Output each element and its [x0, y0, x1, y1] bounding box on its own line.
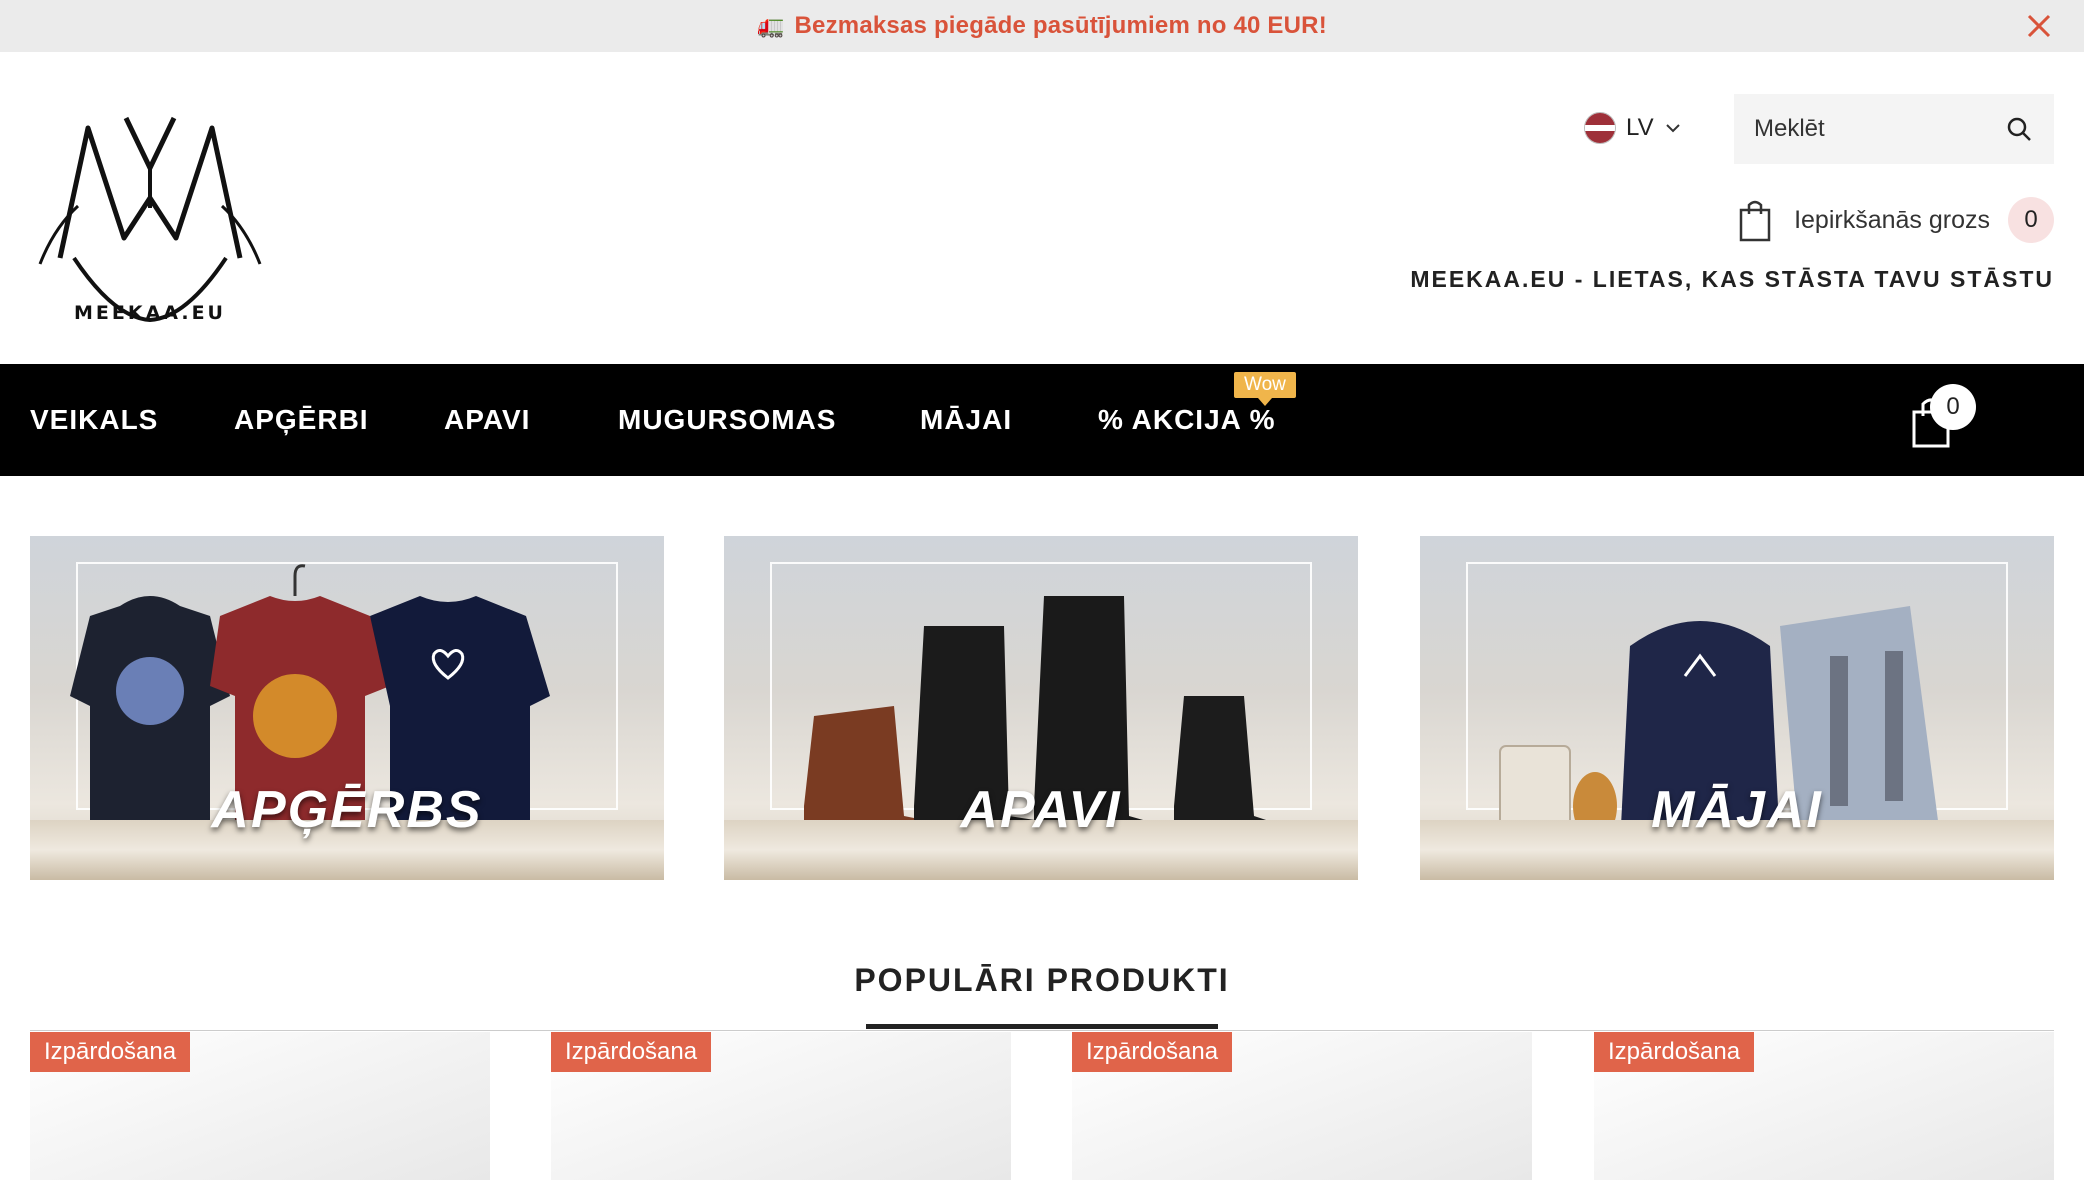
banner-label: APĢĒRBS — [211, 781, 483, 839]
search-input[interactable] — [1754, 115, 1994, 143]
banner-label: APAVI — [960, 781, 1122, 839]
announcement-text: Bezmaksas piegāde pasūtījumiem no 40 EUR… — [794, 12, 1327, 39]
banner-apgerbs[interactable]: APĢĒRBS — [30, 536, 664, 880]
cart-count-badge: 0 — [2008, 197, 2054, 243]
language-label: LV — [1626, 114, 1654, 141]
cart-link[interactable]: Iepirkšanās grozs 0 — [1738, 194, 2054, 246]
banner-majai[interactable]: MĀJAI — [1420, 536, 2054, 880]
announcement-bar: 🚛 Bezmaksas piegāde pasūtījumiem no 40 E… — [0, 0, 2084, 52]
nav-item-mugursomas[interactable]: MUGURSOMAS — [618, 404, 836, 436]
logo-text: MEEKAA.EU — [74, 302, 226, 324]
nav-item-apgerbi[interactable]: APĢĒRBI — [234, 404, 369, 436]
banner-label: MĀJAI — [1651, 781, 1823, 839]
logo-icon[interactable] — [34, 88, 266, 338]
nav-item-akcija[interactable]: % AKCIJA % — [1098, 404, 1276, 436]
sale-badge: Izpārdošana — [1072, 1032, 1233, 1072]
divider — [30, 1030, 2054, 1031]
shopping-bag-icon — [1739, 200, 1771, 242]
main-nav: VEIKALS APĢĒRBI APAVI MUGURSOMAS MĀJAI %… — [0, 364, 2084, 476]
sale-badge: Izpārdošana — [30, 1032, 191, 1072]
site-header: MEEKAA.EU LV Iepirkšanās grozs 0 MEEKAA.… — [0, 52, 2084, 364]
cart-label: Iepirkšanās grozs — [1794, 205, 1990, 234]
sale-badge: Izpārdošana — [1594, 1032, 1755, 1072]
tagline: MEEKAA.EU - LIETAS, KAS STĀSTA TAVU STĀS… — [1410, 266, 2054, 292]
section-title: POPULĀRI PRODUKTI — [854, 962, 1230, 998]
nav-cart-count: 0 — [1930, 384, 1976, 430]
title-underline — [866, 1024, 1218, 1029]
wow-badge: Wow — [1234, 372, 1296, 406]
chevron-down-icon — [1665, 124, 1680, 133]
nav-item-veikals[interactable]: VEIKALS — [30, 404, 158, 436]
sale-badge: Izpārdošana — [551, 1032, 712, 1072]
nav-item-majai[interactable]: MĀJAI — [920, 404, 1012, 436]
search-box — [1734, 94, 2054, 164]
nav-item-apavi[interactable]: APAVI — [444, 404, 530, 436]
language-selector[interactable]: LV — [1584, 108, 1682, 148]
search-icon[interactable] — [2006, 116, 2032, 142]
product-card[interactable]: Izpārdošana — [30, 1032, 490, 1180]
banner-apavi[interactable]: APAVI — [724, 536, 1358, 880]
product-card[interactable]: Izpārdošana — [1072, 1032, 1532, 1180]
latvia-flag-icon — [1584, 112, 1616, 144]
product-card[interactable]: Izpārdošana — [551, 1032, 1011, 1180]
product-card[interactable]: Izpārdošana — [1594, 1032, 2054, 1180]
close-icon[interactable] — [2024, 11, 2054, 41]
truck-icon: 🚛 — [757, 13, 785, 38]
